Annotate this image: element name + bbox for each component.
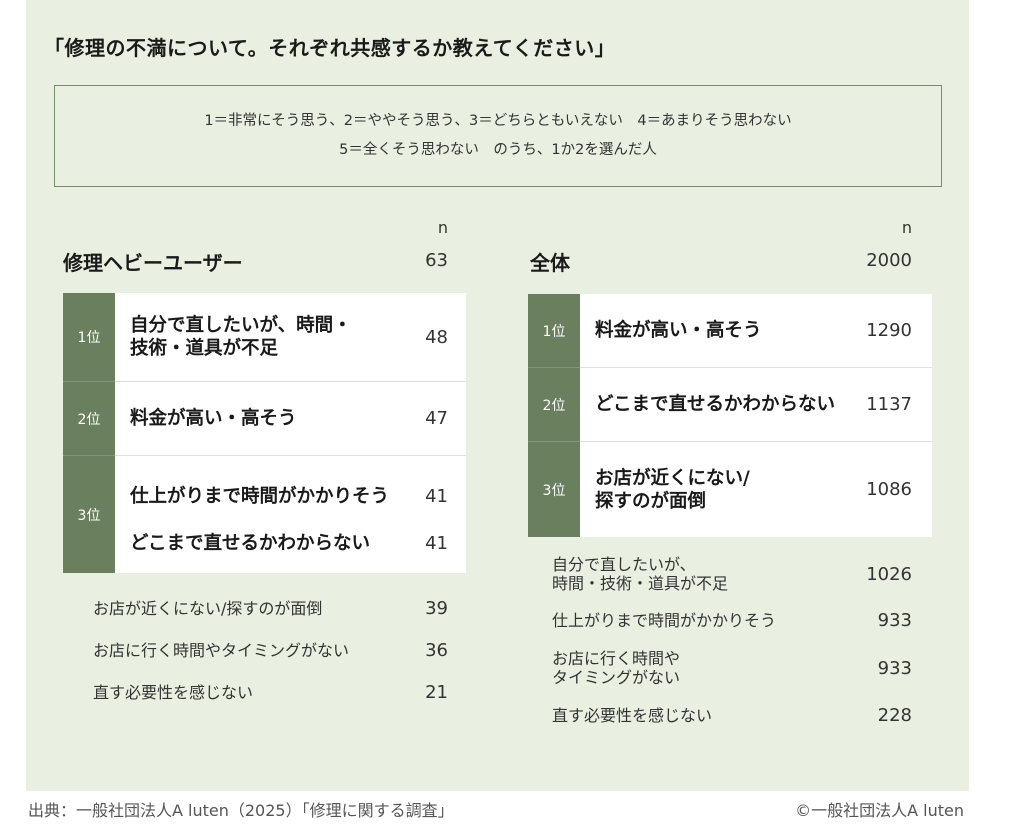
other-item-value: 39 [425,597,448,619]
other-item-value: 36 [425,639,448,661]
item-label: お店が近くにない/ 探すのが面倒 [595,467,750,512]
other-item-label: お店に行く時間や タイミングがない [552,649,681,687]
other-item-label: 直す必要性を感じない [93,682,254,702]
heavy-user-ranked-table: 1位 2位 3位 自分で直したいが、時間・ 技術・道具が不足 48 料金が高い・… [63,293,466,573]
other-item-row: 仕上がりまで時間がかかりそう 933 [552,597,912,643]
overall-n-header: n [901,218,912,237]
copyright-notice: ©一般社団法人A luten [795,801,964,820]
other-item-value: 228 [877,704,912,726]
ranked-item-row: どこまで直せるかわからない 1137 [580,367,932,441]
item-value: 1290 [866,320,912,341]
source-citation: 出典：一般社団法人A luten（2025）「修理に関する調査」 [28,801,454,820]
other-item-label: 自分で直したいが、 時間・技術・道具が不足 [552,555,729,593]
other-item-row: お店に行く時間やタイミングがない 36 [93,629,448,671]
rank-1-badge: 1位 [63,293,115,381]
rank-3-badge: 3位 [528,441,580,537]
item-value: 41 [425,532,448,554]
item-label: 自分で直したいが、時間・ 技術・道具が不足 [130,315,352,359]
overall-other-list: 自分で直したいが、 時間・技術・道具が不足 1026 仕上がりまで時間がかかりそ… [552,551,912,737]
item-label: どこまで直せるかわからない [595,394,835,415]
overall-item-column: 料金が高い・高そう 1290 どこまで直せるかわからない 1137 お店が近くに… [580,294,932,537]
answer-scale-note: 1＝非常にそう思う、2＝ややそう思う、3＝どちらともいえない 4＝あまりそう思わ… [54,85,942,187]
other-item-value: 1026 [866,563,912,585]
item-value: 1086 [866,479,912,500]
other-item-row: 直す必要性を感じない 21 [93,671,448,713]
overall-rank-column: 1位 2位 3位 [528,294,580,537]
rank-3-badge: 3位 [63,455,115,573]
other-item-row: お店に行く時間や タイミングがない 933 [552,643,912,693]
other-item-label: 直す必要性を感じない [552,705,713,725]
item-value: 47 [425,408,448,429]
scale-note-line-1: 1＝非常にそう思う、2＝ややそう思う、3＝どちらともいえない 4＝あまりそう思わ… [204,113,792,129]
scale-note-line-2: 5＝全くそう思わない のうち、1か2を選んだ人 [339,142,657,158]
item-value: 1137 [866,394,912,415]
item-value: 48 [425,326,448,348]
ranked-item-row: 料金が高い・高そう 1290 [580,294,932,367]
heavy-user-rank-column: 1位 2位 3位 [63,293,115,573]
ranked-item-row: 自分で直したいが、時間・ 技術・道具が不足 48 [115,293,466,381]
item-label: 料金が高い・高そう [595,320,762,341]
item-label: 料金が高い・高そう [130,408,297,429]
other-item-row: お店が近くにない/探すのが面倒 39 [93,587,448,629]
rank-2-badge: 2位 [528,367,580,441]
other-item-value: 933 [877,609,912,631]
heavy-user-other-list: お店が近くにない/探すのが面倒 39 お店に行く時間やタイミングがない 36 直… [93,587,448,713]
overall-group-title: 全体 [530,251,570,275]
ranked-item-row: お店が近くにない/ 探すのが面倒 1086 [580,441,932,537]
other-item-label: お店に行く時間やタイミングがない [93,640,350,660]
other-item-value: 21 [425,681,448,703]
item-value: 41 [425,486,448,507]
ranked-item-row: どこまで直せるかわからない 41 [115,525,466,573]
overall-ranked-table: 1位 2位 3位 料金が高い・高そう 1290 どこまで直せるかわからない 11… [528,294,932,537]
ranked-item-row: 仕上がりまで時間がかかりそう 41 [115,455,466,525]
overall-group-n: 2000 [866,250,912,271]
rank-2-badge: 2位 [63,381,115,455]
item-label: どこまで直せるかわからない [130,532,370,554]
heavy-user-group-title: 修理ヘビーユーザー [63,251,243,275]
heavy-user-n-header: n [437,218,448,237]
rank-1-badge: 1位 [528,294,580,367]
other-item-row: 直す必要性を感じない 228 [552,693,912,737]
survey-title: 「修理の不満について。それぞれ共感するか教えてください」 [44,36,616,60]
other-item-label: お店が近くにない/探すのが面倒 [93,598,323,618]
item-label: 仕上がりまで時間がかかりそう [130,486,390,507]
ranked-item-row: 料金が高い・高そう 47 [115,381,466,455]
heavy-user-group-n: 63 [425,250,448,271]
other-item-value: 933 [877,657,912,679]
heavy-user-item-column: 自分で直したいが、時間・ 技術・道具が不足 48 料金が高い・高そう 47 仕上… [115,293,466,573]
other-item-row: 自分で直したいが、 時間・技術・道具が不足 1026 [552,551,912,597]
other-item-label: 仕上がりまで時間がかかりそう [552,610,777,630]
